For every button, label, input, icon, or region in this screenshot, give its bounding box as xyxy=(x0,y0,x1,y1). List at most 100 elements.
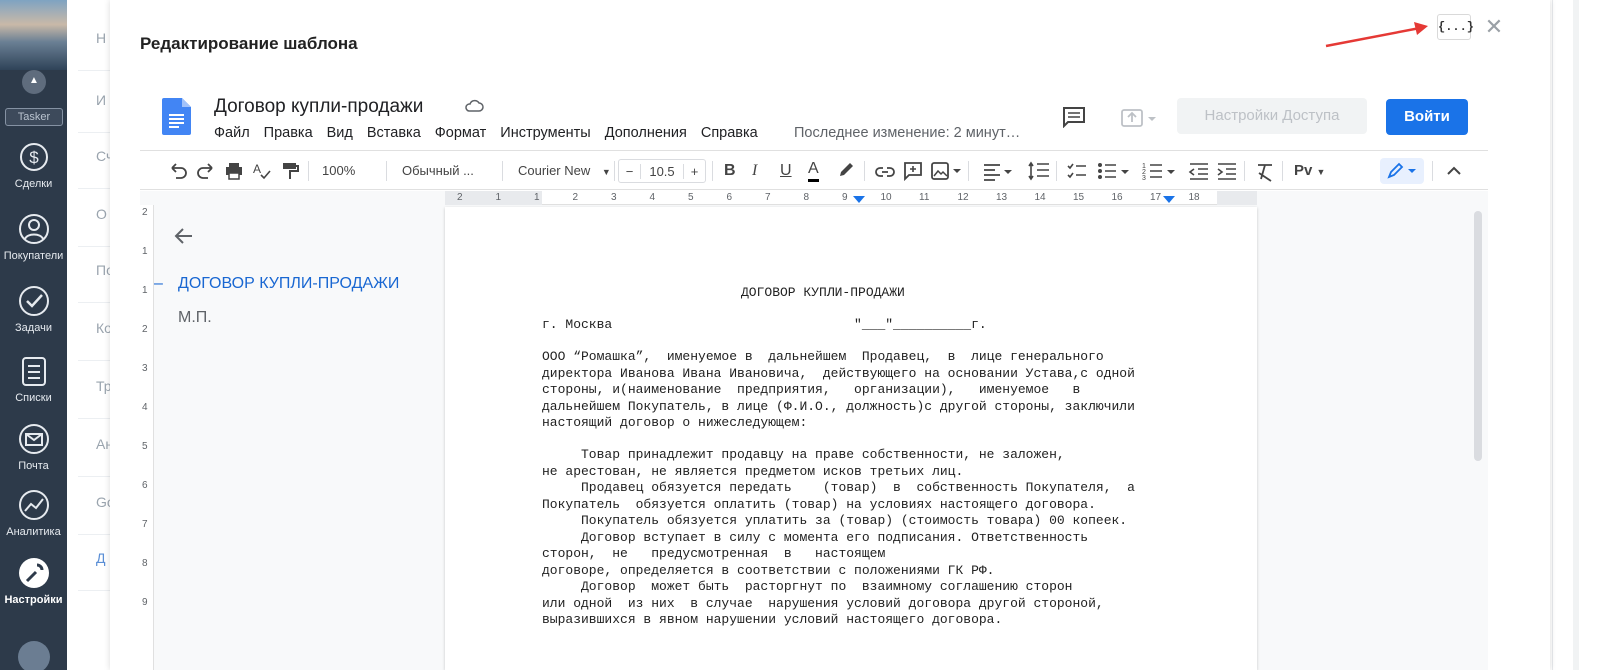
mail-icon xyxy=(18,424,49,454)
check-icon xyxy=(18,286,49,316)
font-size-input[interactable]: 10.5 xyxy=(641,164,683,179)
outline-item[interactable]: М.П. xyxy=(178,309,212,327)
increase-indent-icon[interactable] xyxy=(1216,160,1238,182)
document-title[interactable]: Договор купли-продажи xyxy=(214,96,423,118)
menu-item[interactable]: Правка xyxy=(264,125,313,141)
nav-label: Покупатели xyxy=(3,250,64,262)
font-select[interactable]: Courier New ▼ xyxy=(518,160,612,182)
ruler-tick-label: 8 xyxy=(142,558,148,569)
nav-item-deals[interactable]: $ Сделки xyxy=(0,140,67,190)
pencil-icon xyxy=(1387,162,1416,179)
cloud-saved-icon[interactable] xyxy=(464,98,484,114)
undo-icon[interactable] xyxy=(168,160,188,182)
clear-formatting-icon[interactable] xyxy=(1254,160,1276,182)
toolbar-separator xyxy=(864,161,865,181)
zoom-select[interactable]: 100% ▼ xyxy=(322,160,376,199)
nav-item-mail[interactable]: Почта xyxy=(0,422,67,472)
last-edit-link[interactable]: Последнее изменение: 2 минут… xyxy=(794,125,1020,141)
ruler-tick-label: 5 xyxy=(142,441,148,452)
nav-label: Сделки xyxy=(14,178,53,190)
nav-item-settings[interactable]: Настройки xyxy=(0,556,67,606)
ruler-tick-label: 18 xyxy=(1188,192,1200,203)
outline-current-marker: – xyxy=(154,275,163,292)
vertical-ruler[interactable]: 2 1 1 2 3 4 5 6 7 8 9 xyxy=(140,205,154,670)
nav-item-lists[interactable]: Списки xyxy=(0,354,67,404)
city-date-line: г. Москва "___"__________г. xyxy=(542,317,987,332)
numbered-list-icon[interactable]: 123 xyxy=(1142,160,1176,182)
menu-item[interactable]: Справка xyxy=(701,125,758,141)
document-line: стороны, и(наименование предприятия, орг… xyxy=(542,382,1081,397)
font-size-decrease-button[interactable]: − xyxy=(619,163,641,179)
outline-heading[interactable]: – ДОГОВОР КУПЛИ-ПРОДАЖИ xyxy=(154,275,399,293)
print-icon[interactable] xyxy=(224,160,244,182)
document-line: дальнейшем Покупатель, в лице (Ф.И.О., д… xyxy=(542,398,1135,414)
user-avatar[interactable] xyxy=(18,641,50,670)
docs-logo-icon[interactable] xyxy=(162,98,191,135)
horizontal-ruler[interactable]: 2 1 1 2 3 4 5 6 7 8 9 10 11 12 13 14 15 16 17 18 xyxy=(445,191,1257,205)
menu-item[interactable]: Вставка xyxy=(367,125,421,141)
document-line: настоящий договор о нижеследующем: xyxy=(542,415,808,430)
document-line: Продавец обязуется передать (товар) в со… xyxy=(542,480,1135,495)
document-line: Покупатель обязуется уплатить за (товар)… xyxy=(542,513,1128,528)
toolbar-separator xyxy=(502,161,503,181)
nav-item-analytics[interactable]: Аналитика xyxy=(0,488,67,538)
collapse-up-icon[interactable]: ▲ xyxy=(22,70,46,94)
document-workspace: 2 1 1 2 3 4 5 6 7 8 9 10 11 12 13 14 15 16 17 18 2112345678… xyxy=(140,191,1488,670)
bulleted-list-icon[interactable] xyxy=(1096,160,1130,182)
variables-button[interactable]: {...} xyxy=(1437,14,1474,40)
close-icon[interactable]: ✕ xyxy=(1482,14,1506,40)
document-page[interactable]: ДОГОВОР КУПЛИ-ПРОДАЖИ г. Москва "___"___… xyxy=(445,207,1257,670)
nav-item-buyers[interactable]: Покупатели xyxy=(0,212,67,262)
tasker-badge[interactable]: Tasker xyxy=(5,108,63,126)
nav-item-tasks[interactable]: Задачи xyxy=(0,284,67,334)
redo-icon[interactable] xyxy=(196,160,216,182)
document-scrollbar[interactable] xyxy=(1474,211,1482,461)
nav-label: Настройки xyxy=(4,594,63,606)
line-spacing-icon[interactable] xyxy=(1028,160,1050,182)
app-sidebar: ▲ Tasker $ Сделки Покупатели Задачи Спис… xyxy=(0,0,67,670)
highlight-icon[interactable] xyxy=(836,160,856,182)
list-icon xyxy=(21,357,46,386)
ruler-tick-label: 1 xyxy=(142,246,148,257)
spellcheck-icon[interactable]: A xyxy=(252,160,272,182)
bold-button[interactable]: B xyxy=(724,160,736,182)
user-photo[interactable] xyxy=(0,0,67,70)
ruler-tick-label: 1 xyxy=(534,192,540,203)
menu-item[interactable]: Инструменты xyxy=(500,125,590,141)
analytics-icon xyxy=(18,490,49,520)
present-button[interactable] xyxy=(1120,106,1160,130)
underline-button[interactable]: U xyxy=(780,160,792,182)
users-icon xyxy=(18,214,49,244)
add-comment-icon[interactable] xyxy=(902,160,924,182)
indent-marker-icon[interactable] xyxy=(853,196,865,203)
font-size-increase-button[interactable]: + xyxy=(683,163,705,179)
menu-item[interactable]: Файл xyxy=(214,125,250,141)
ruler-tick-label: 6 xyxy=(142,480,148,491)
ruler-tick-label: 7 xyxy=(142,519,148,530)
right-indent-marker-icon[interactable] xyxy=(1163,196,1175,203)
input-tools-button[interactable]: Pv ▼ xyxy=(1294,160,1330,182)
align-icon[interactable] xyxy=(982,160,1014,182)
login-button[interactable]: Войти xyxy=(1386,99,1468,135)
menu-item[interactable]: Вид xyxy=(327,125,353,141)
document-line: или одной из них в случае нарушения усло… xyxy=(542,595,1104,611)
menu-item[interactable]: Дополнения xyxy=(605,125,687,141)
checklist-icon[interactable] xyxy=(1066,160,1088,182)
link-icon[interactable] xyxy=(874,160,896,182)
page-scrollbar[interactable] xyxy=(1573,0,1579,670)
text-color-button[interactable]: A xyxy=(808,160,819,182)
comment-icon[interactable] xyxy=(1062,106,1086,128)
document-heading: ДОГОВОР КУПЛИ-ПРОДАЖИ xyxy=(741,285,905,300)
menu-item[interactable]: Формат xyxy=(435,125,487,141)
access-settings-button[interactable]: Настройки Доступа xyxy=(1177,98,1367,134)
decrease-indent-icon[interactable] xyxy=(1188,160,1210,182)
paragraph-style-select[interactable]: Обычный ... ▼ xyxy=(402,160,494,199)
collapse-toolbar-icon[interactable] xyxy=(1444,160,1464,182)
dollar-icon: $ xyxy=(19,143,48,171)
toolbar-separator xyxy=(386,161,387,181)
italic-button[interactable]: I xyxy=(752,160,757,182)
editing-mode-button[interactable] xyxy=(1380,158,1424,184)
paint-format-icon[interactable] xyxy=(280,160,300,182)
back-arrow-icon[interactable] xyxy=(174,226,194,246)
insert-image-icon[interactable] xyxy=(930,160,962,182)
